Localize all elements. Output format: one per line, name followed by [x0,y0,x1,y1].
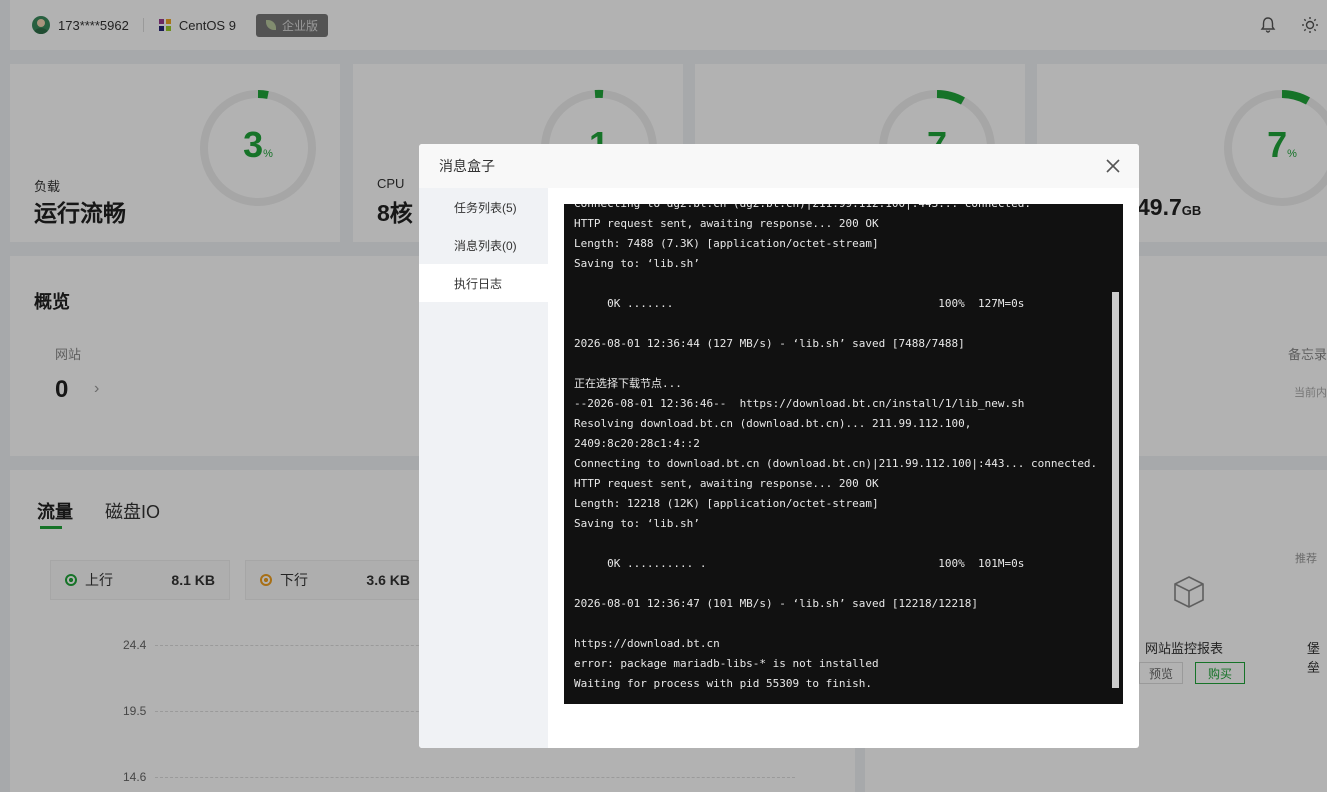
log-line: error: package mariadb-libs-* is not ins… [574,657,879,670]
modal-title: 消息盒子 [439,158,495,174]
log-line: 2409:8c20:28c1:4::2 [574,437,700,450]
log-output: Connecting to dg2.bt.cn (dg2.bt.cn)|211.… [574,204,1104,694]
log-line: Saving to: ‘lib.sh’ [574,517,700,530]
modal-header: 消息盒子 [419,144,1139,188]
log-line: HTTP request sent, awaiting response... … [574,217,879,230]
tab-execution-log[interactable]: 执行日志 [419,264,548,302]
log-line: https://download.bt.cn [574,637,720,650]
modal-sidebar: 任务列表(5) 消息列表(0) 执行日志 [419,188,548,748]
log-line: 0K ....... 100% 127M=0s [574,297,1025,310]
tab-task-list[interactable]: 任务列表(5) [419,188,548,226]
log-line: --2026-08-01 12:36:46-- https://download… [574,397,1025,410]
log-line: 正在选择下载节点... [574,377,682,390]
log-line: Saving to: ‘lib.sh’ [574,257,700,270]
log-line: HTTP request sent, awaiting response... … [574,477,879,490]
message-box-modal: 消息盒子 任务列表(5) 消息列表(0) 执行日志 Connecting to … [419,144,1139,748]
log-line: Connecting to download.bt.cn (download.b… [574,457,1098,470]
log-line: Resolving download.bt.cn (download.bt.cn… [574,417,972,430]
log-line: 2026-08-01 12:36:47 (101 MB/s) - ‘lib.sh… [574,597,978,610]
close-icon[interactable] [1103,156,1123,176]
log-line: Length: 7488 (7.3K) [application/octet-s… [574,237,879,250]
scrollbar[interactable] [1112,292,1119,688]
tab-message-list[interactable]: 消息列表(0) [419,226,548,264]
log-line: 2026-08-01 12:36:44 (127 MB/s) - ‘lib.sh… [574,337,965,350]
log-line: 0K .......... . 100% 101M=0s [574,557,1025,570]
log-line: Connecting to dg2.bt.cn (dg2.bt.cn)|211.… [574,204,1104,214]
log-line: Length: 12218 (12K) [application/octet-s… [574,497,879,510]
execution-log-terminal[interactable]: Connecting to dg2.bt.cn (dg2.bt.cn)|211.… [564,204,1123,704]
log-line: Waiting for process with pid 55309 to fi… [574,677,873,690]
